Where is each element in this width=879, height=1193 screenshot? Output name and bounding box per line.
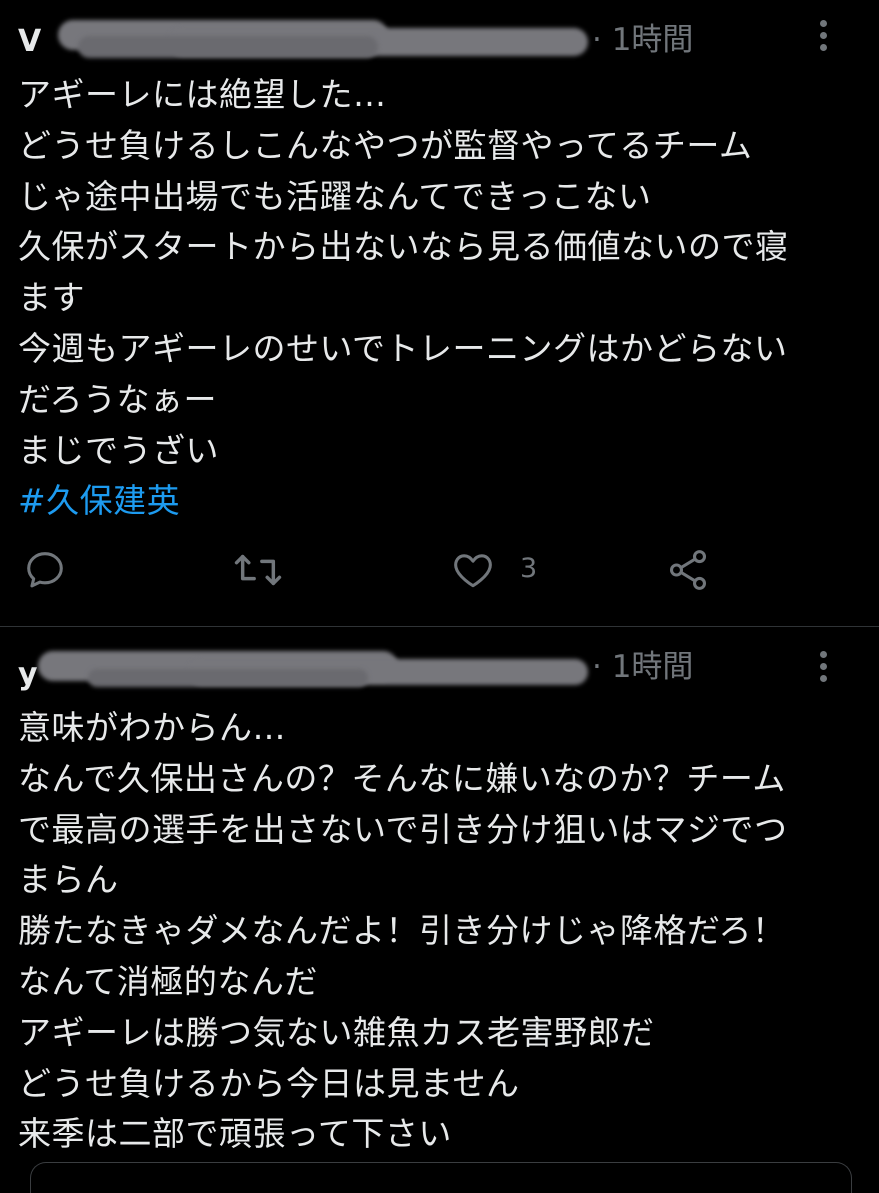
timestamp[interactable]: · 1時間 (592, 20, 693, 60)
tweet-actions: 3 (0, 543, 879, 599)
tweet-line: どうせ負けるしこんなやつが監督やってるチーム (18, 125, 753, 165)
tweet-line: なんて消極的なんだ (18, 961, 318, 1001)
embedded-card-edge (30, 1162, 852, 1193)
tweet-line: で最高の選手を出さないで引き分け狙いはマジでつ (18, 809, 788, 849)
reply-button[interactable] (22, 543, 82, 599)
tweet-line: 久保がスタートから出ないなら見る価値ないので寝 (18, 227, 789, 267)
tweet-header: y · 1時間 (18, 641, 818, 692)
more-options-icon[interactable] (812, 18, 836, 54)
username-initial: V (18, 24, 42, 59)
tweet-line: 今週もアギーレのせいでトレーニングはかどらない (18, 328, 788, 368)
timestamp[interactable]: · 1時間 (592, 647, 693, 687)
tweet-2[interactable]: y · 1時間 意味がわからん… なんで久保出さんの？そんなに嫌いなのか？チーム… (0, 627, 879, 1193)
share-button[interactable] (664, 543, 724, 599)
like-count: 3 (520, 553, 538, 584)
like-button[interactable]: 3 (450, 543, 570, 599)
tweet-line: まじでうざい (18, 430, 219, 470)
redacted-username: V (18, 18, 590, 59)
retweet-button[interactable] (232, 543, 292, 599)
tweet-1[interactable]: V · 1時間 アギーレには絶望した… どうせ負けるしこんなやつが監督やってるチ… (0, 0, 879, 626)
tweet-line: まらん (18, 860, 119, 900)
reply-icon (27, 552, 63, 588)
redacted-username: y (18, 645, 590, 692)
retweet-icon (234, 554, 282, 586)
tweet-text: アギーレには絶望した… どうせ負けるしこんなやつが監督やってるチーム じゃ途中出… (18, 70, 863, 527)
tweet-line: だろうなぁー (18, 379, 218, 419)
tweet-line: アギーレには絶望した… (18, 75, 387, 114)
tweet-line: アギーレは勝つ気ない雑魚カス老害野郎だ (18, 1012, 655, 1052)
heart-icon (454, 554, 492, 588)
tweet-line: 意味がわからん… (18, 708, 286, 747)
tweet-line: じゃ途中出場でも活躍なんてできっこない (18, 176, 652, 216)
username-initial: y (18, 657, 38, 692)
tweet-line: どうせ負けるから今日は見ません (18, 1063, 520, 1103)
more-options-icon[interactable] (812, 645, 836, 682)
tweet-line: 来季は二部で頑張って下さい (18, 1114, 452, 1154)
tweet-header: V · 1時間 (18, 14, 818, 64)
hashtag-link[interactable]: #久保建英 (18, 476, 863, 527)
tweet-text: 意味がわからん… なんで久保出さんの？そんなに嫌いなのか？チーム で最高の選手を… (18, 703, 863, 1160)
tweet-line: なんで久保出さんの？そんなに嫌いなのか？チーム (18, 758, 786, 798)
tweet-line: ます (18, 278, 85, 318)
tweet-line: 勝たなきゃダメなんだよ！引き分けじゃ降格だろ！ (18, 911, 786, 951)
share-icon (669, 550, 707, 590)
